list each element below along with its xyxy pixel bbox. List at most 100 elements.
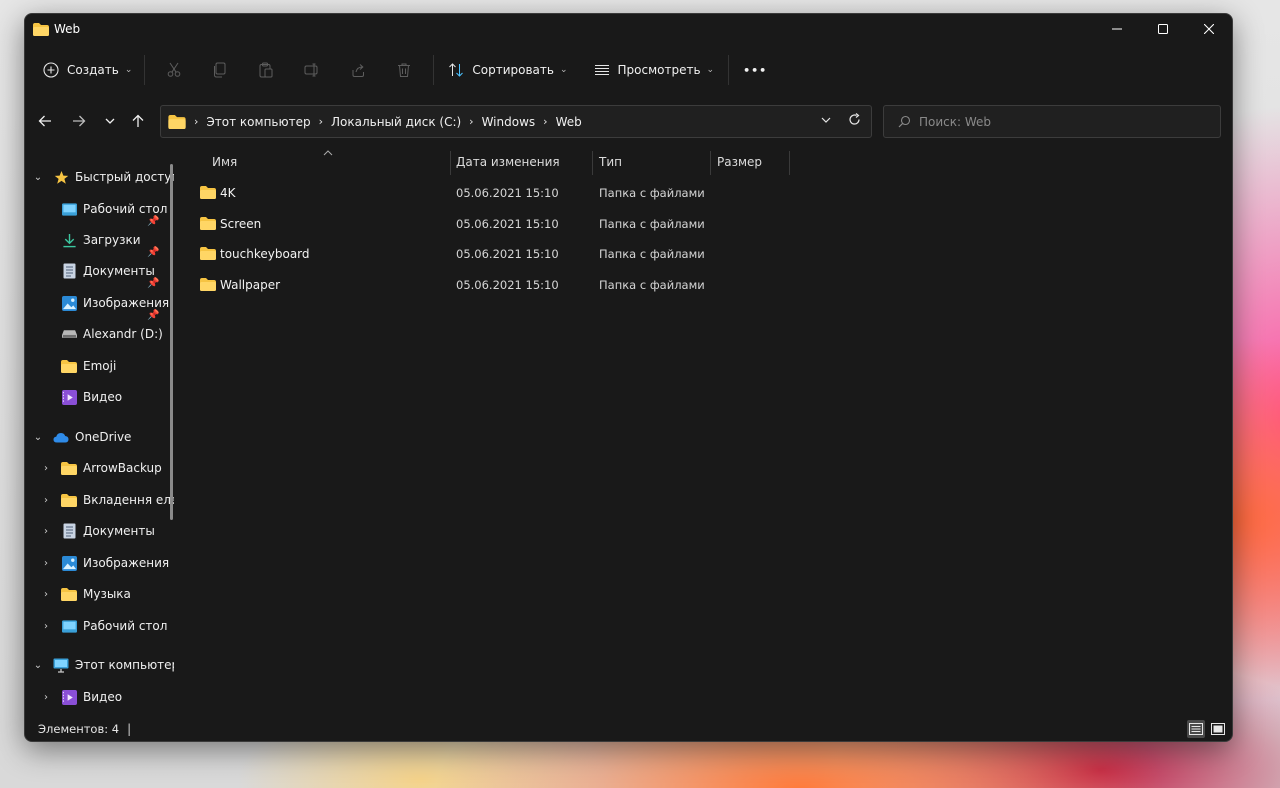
refresh-button[interactable] bbox=[848, 113, 861, 129]
folder-icon bbox=[200, 217, 216, 230]
sidebar-item-this-pc-videos[interactable]: › Видео bbox=[25, 682, 174, 712]
table-row[interactable]: 4K 05.06.2021 15:10 Папка с файлами bbox=[196, 178, 726, 208]
navigation-bar: › Этот компьютер › Локальный диск (C:) ›… bbox=[25, 102, 1232, 142]
address-bar[interactable]: › Этот компьютер › Локальный диск (C:) ›… bbox=[160, 105, 872, 138]
file-name: Wallpaper bbox=[220, 278, 281, 292]
sort-button-label: Сортировать bbox=[472, 63, 554, 77]
chevron-right-icon[interactable]: › bbox=[39, 690, 53, 704]
sidebar-item-quick-access[interactable]: ⌄ Быстрый доступ bbox=[25, 162, 174, 192]
plus-circle-icon bbox=[43, 62, 59, 78]
sidebar-item-onedrive-pictures[interactable]: › Изображения bbox=[25, 548, 174, 578]
sort-ascending-icon bbox=[323, 150, 333, 156]
address-history-button[interactable] bbox=[821, 114, 831, 128]
view-button-label: Просмотреть bbox=[617, 63, 701, 77]
forward-button[interactable] bbox=[64, 106, 94, 136]
column-header-date[interactable]: Дата изменения bbox=[456, 147, 560, 177]
details-view-icon bbox=[1189, 723, 1203, 735]
recent-locations-button[interactable] bbox=[95, 106, 125, 136]
status-divider: | bbox=[127, 722, 132, 736]
table-row[interactable]: Wallpaper 05.06.2021 15:10 Папка с файла… bbox=[196, 270, 726, 300]
delete-button[interactable] bbox=[381, 54, 427, 86]
sidebar-item-label: Изображения bbox=[83, 556, 170, 570]
copy-button[interactable] bbox=[197, 54, 243, 86]
search-box[interactable]: Поиск: Web bbox=[883, 105, 1221, 138]
close-button[interactable] bbox=[1186, 14, 1232, 44]
paste-button[interactable] bbox=[243, 54, 289, 86]
new-button-label: Создать bbox=[67, 63, 119, 77]
file-name: touchkeyboard bbox=[220, 247, 310, 261]
column-divider[interactable] bbox=[789, 151, 790, 175]
sidebar-item-onedrive-documents[interactable]: › Документы bbox=[25, 516, 174, 546]
table-row[interactable]: touchkeyboard 05.06.2021 15:10 Папка с ф… bbox=[196, 239, 726, 269]
table-row[interactable]: Screen 05.06.2021 15:10 Папка с файлами bbox=[196, 209, 726, 239]
breadcrumb-web[interactable]: Web bbox=[556, 115, 582, 129]
more-options-button[interactable]: ••• bbox=[743, 54, 767, 86]
sidebar-item-onedrive-desktop[interactable]: › Рабочий стол bbox=[25, 611, 174, 641]
documents-icon bbox=[63, 263, 76, 279]
star-icon bbox=[54, 170, 69, 184]
sidebar-item-label: OneDrive bbox=[75, 430, 132, 444]
breadcrumb-windows[interactable]: Windows bbox=[482, 115, 536, 129]
share-button[interactable] bbox=[335, 54, 381, 86]
column-divider[interactable] bbox=[710, 151, 711, 175]
sidebar-item-videos[interactable]: Видео bbox=[25, 382, 174, 412]
video-icon bbox=[62, 689, 77, 705]
sidebar-item-arrowbackup[interactable]: › ArrowBackup bbox=[25, 453, 174, 483]
large-icons-view-button[interactable] bbox=[1209, 720, 1227, 738]
chevron-down-icon bbox=[821, 117, 831, 123]
details-view-button[interactable] bbox=[1187, 720, 1205, 738]
rename-button[interactable] bbox=[289, 54, 335, 86]
sidebar-scrollbar[interactable] bbox=[170, 164, 173, 520]
sidebar-item-label: Документы bbox=[83, 524, 155, 538]
folder-icon bbox=[61, 493, 77, 507]
chevron-down-icon[interactable]: ⌄ bbox=[31, 658, 45, 672]
title-bar[interactable]: Web bbox=[25, 14, 1232, 44]
breadcrumb-this-pc[interactable]: Этот компьютер bbox=[206, 115, 310, 129]
pictures-icon bbox=[62, 295, 77, 311]
chevron-right-icon[interactable]: › bbox=[39, 587, 53, 601]
close-icon bbox=[1204, 24, 1214, 34]
chevron-right-icon[interactable]: › bbox=[39, 524, 53, 538]
file-type: Папка с файлами bbox=[599, 217, 705, 231]
view-button[interactable]: Просмотреть ⌄ bbox=[594, 54, 714, 86]
cloud-icon bbox=[53, 432, 69, 442]
computer-icon bbox=[53, 658, 69, 673]
chevron-down-icon[interactable]: ⌄ bbox=[31, 430, 45, 444]
sort-button[interactable]: Сортировать ⌄ bbox=[448, 54, 568, 86]
sidebar-item-onedrive[interactable]: ⌄ OneDrive bbox=[25, 422, 174, 452]
breadcrumb-separator-icon: › bbox=[469, 115, 474, 128]
folder-icon bbox=[61, 587, 77, 601]
minimize-button[interactable] bbox=[1094, 14, 1140, 44]
chevron-right-icon[interactable]: › bbox=[39, 556, 53, 570]
maximize-icon bbox=[1158, 24, 1168, 34]
sidebar-item-this-pc[interactable]: ⌄ Этот компьютер bbox=[25, 650, 174, 680]
new-button[interactable]: Создать ⌄ bbox=[43, 54, 132, 86]
chevron-right-icon[interactable]: › bbox=[39, 619, 53, 633]
chevron-down-icon[interactable]: ⌄ bbox=[31, 170, 45, 184]
breadcrumb-separator-icon: › bbox=[318, 115, 323, 128]
sidebar-item-label: Музыка bbox=[83, 587, 131, 601]
column-divider[interactable] bbox=[592, 151, 593, 175]
sidebar-item-label: Быстрый доступ bbox=[75, 170, 174, 184]
file-name: 4K bbox=[220, 186, 236, 200]
column-header-size[interactable]: Размер bbox=[717, 147, 762, 177]
sidebar-item-emoji[interactable]: Emoji bbox=[25, 351, 174, 381]
maximize-button[interactable] bbox=[1140, 14, 1186, 44]
chevron-right-icon[interactable]: › bbox=[39, 461, 53, 475]
column-header-type[interactable]: Тип bbox=[599, 147, 622, 177]
sort-icon bbox=[449, 63, 464, 77]
column-divider[interactable] bbox=[450, 151, 451, 175]
sidebar-item-label: Изображения bbox=[83, 296, 170, 310]
column-header-name[interactable]: Имя bbox=[212, 147, 237, 177]
folder-icon bbox=[200, 186, 216, 199]
breadcrumb-local-disk[interactable]: Локальный диск (C:) bbox=[331, 115, 461, 129]
cut-button[interactable] bbox=[151, 54, 197, 86]
sidebar-item-drive-d[interactable]: Alexandr (D:) bbox=[25, 319, 174, 349]
up-button[interactable] bbox=[123, 106, 153, 136]
drive-icon bbox=[62, 330, 77, 338]
sidebar-item-email-attachments[interactable]: › Вкладення електронної пошти bbox=[25, 485, 174, 515]
sidebar-item-music[interactable]: › Музыка bbox=[25, 579, 174, 609]
chevron-right-icon[interactable]: › bbox=[39, 493, 53, 507]
status-bar: Элементов: 4 | bbox=[25, 717, 1232, 741]
back-button[interactable] bbox=[30, 106, 60, 136]
